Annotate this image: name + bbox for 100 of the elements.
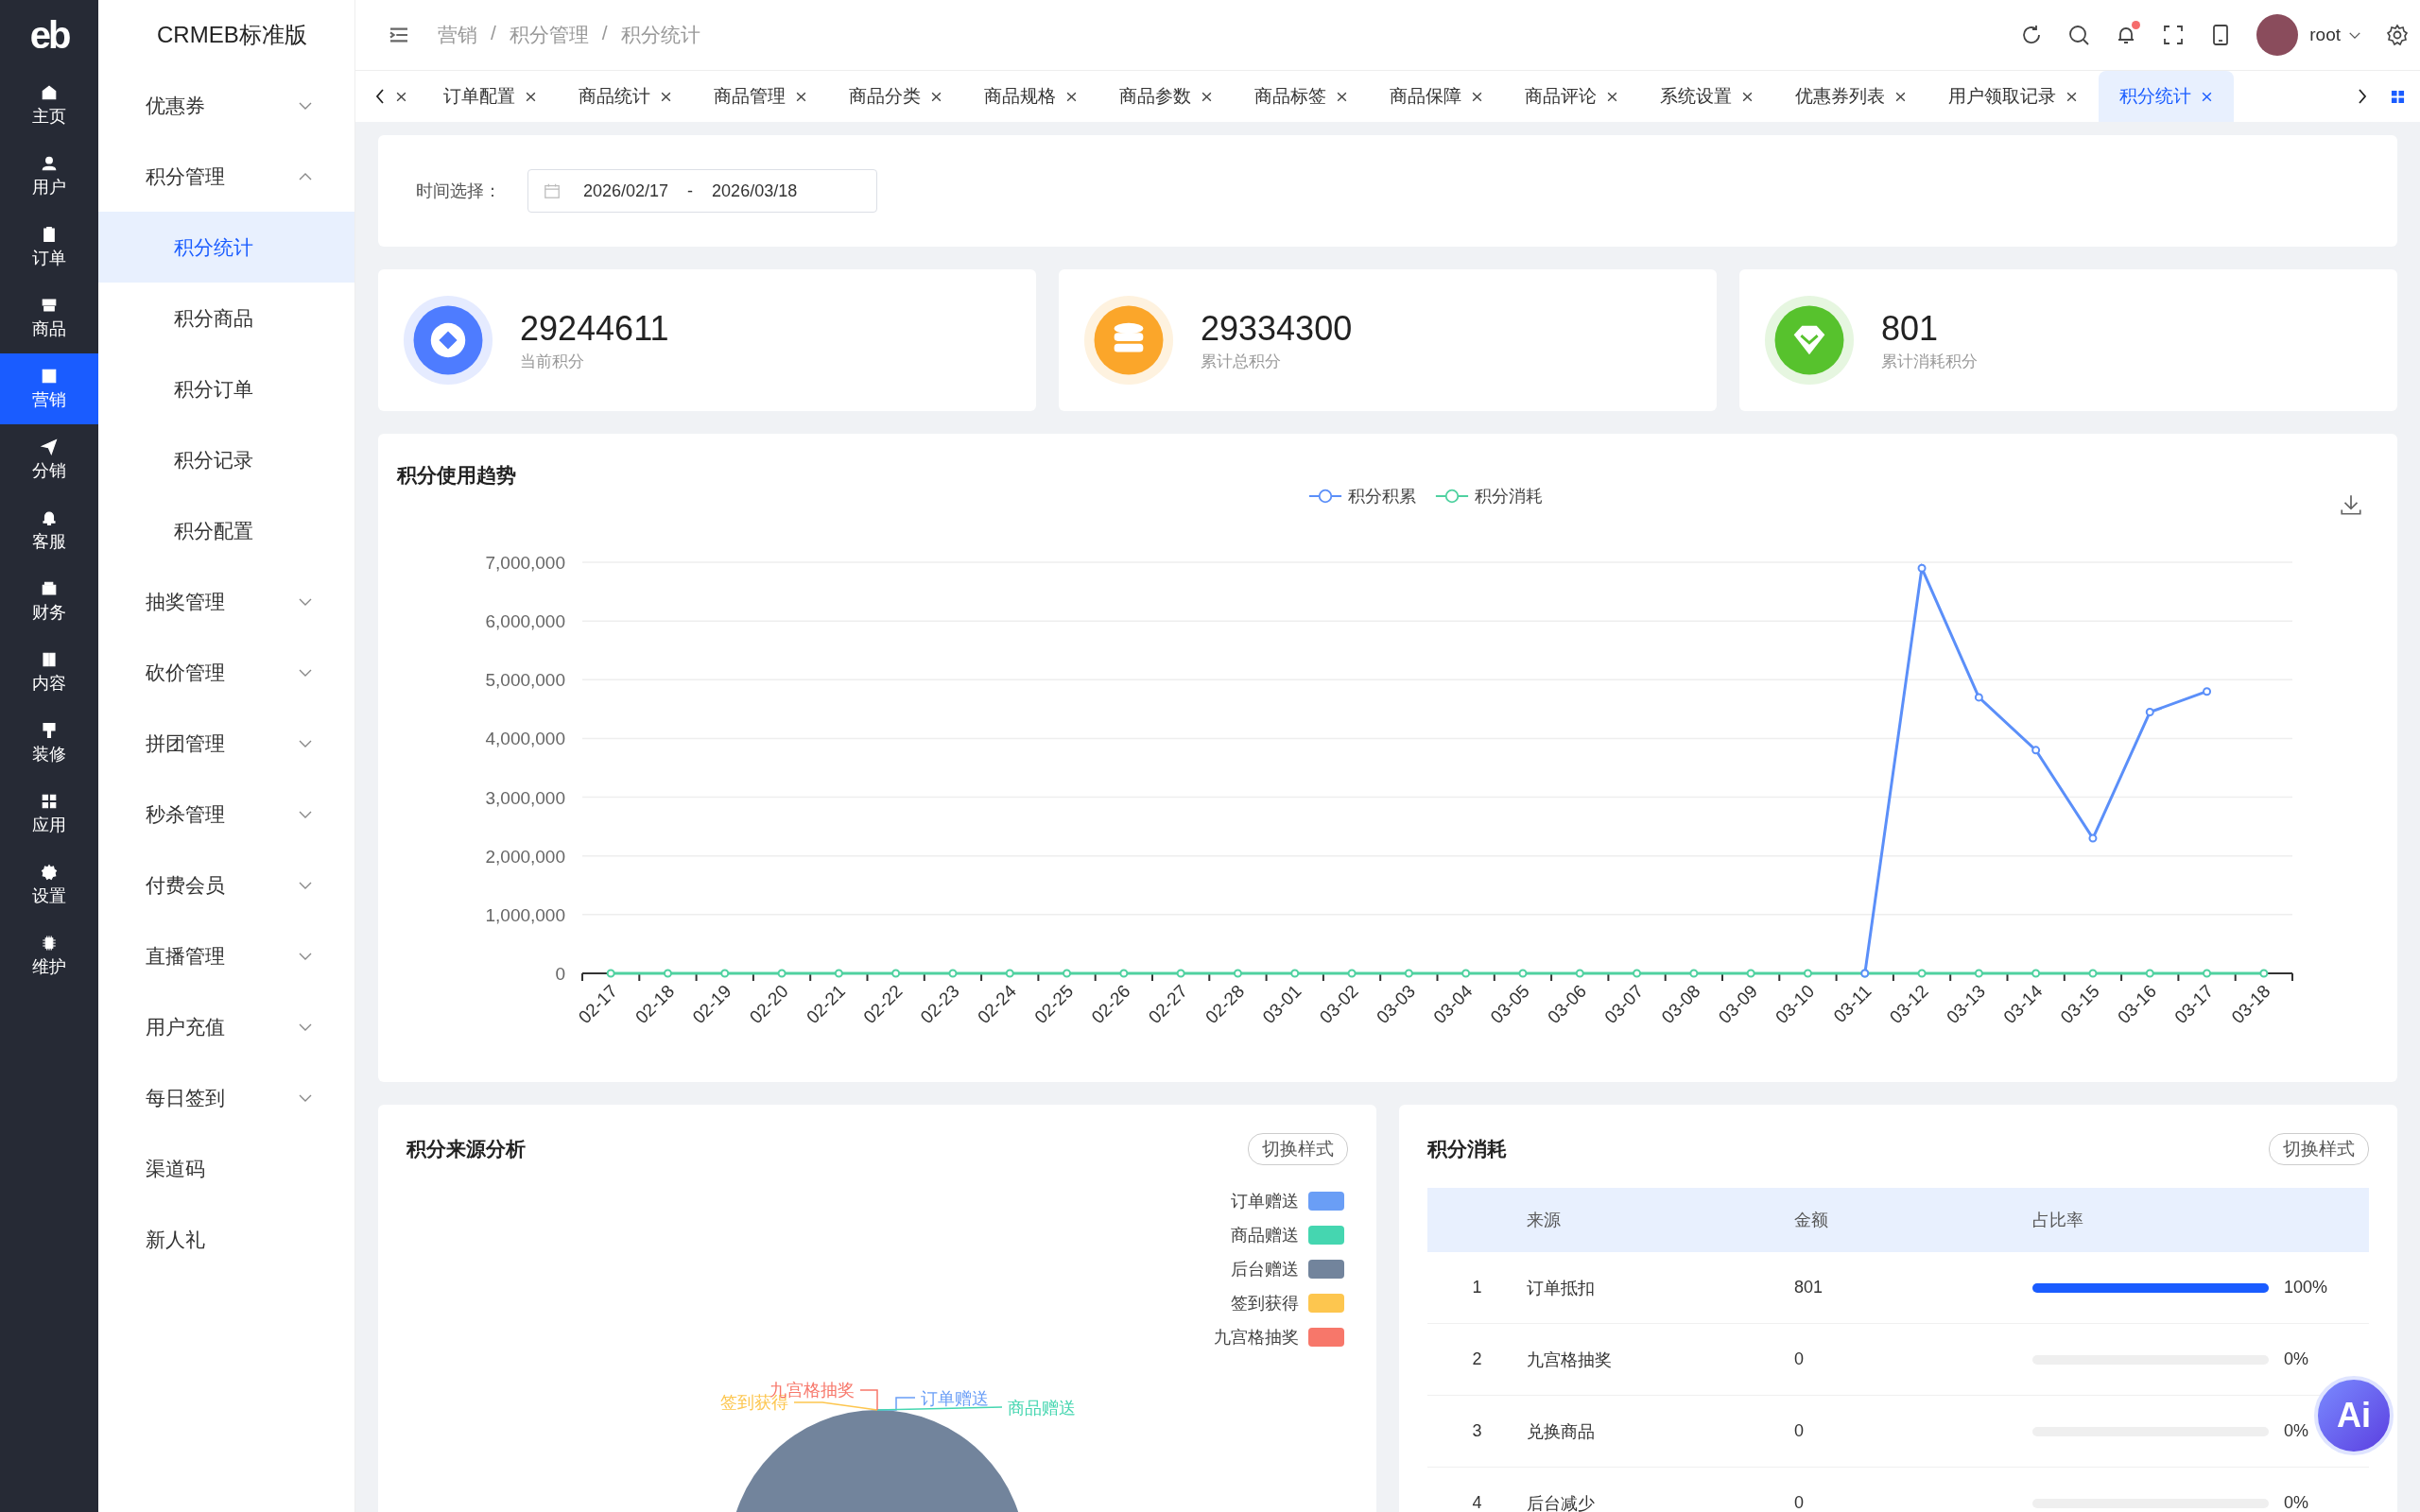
- filter-label: 时间选择：: [416, 180, 501, 202]
- data-point: [1063, 969, 1072, 978]
- book-icon: [41, 650, 58, 668]
- table-cell-text: 1: [1471, 1278, 1483, 1297]
- tab[interactable]: 商品规格: [963, 71, 1098, 122]
- legend-item[interactable]: 积分消耗: [1435, 485, 1543, 507]
- chevron-right-icon[interactable]: [2357, 87, 2368, 106]
- tab[interactable]: 系统设置: [1639, 71, 1774, 122]
- fullscreen-icon[interactable]: [2162, 24, 2186, 46]
- tab[interactable]: 用户领取记录: [1927, 71, 2099, 122]
- rail-item[interactable]: 主页: [0, 70, 98, 141]
- rail-item[interactable]: 分销: [0, 424, 98, 495]
- rail-item[interactable]: 客服: [0, 495, 98, 566]
- menu-item[interactable]: 每日签到: [98, 1062, 354, 1133]
- submenu-item[interactable]: 积分订单: [98, 353, 354, 424]
- chevron-icon: [298, 880, 313, 890]
- menu-item[interactable]: 优惠券: [98, 70, 354, 141]
- rail-item[interactable]: 商品: [0, 283, 98, 353]
- close-icon[interactable]: [2066, 90, 2078, 103]
- stat-label: 当前积分: [520, 351, 585, 372]
- download-icon[interactable]: [2339, 492, 2363, 517]
- submenu-item[interactable]: 积分统计: [98, 212, 354, 283]
- tab[interactable]: 商品参数: [1098, 71, 1234, 122]
- close-icon[interactable]: [1336, 90, 1348, 103]
- legend-item[interactable]: 九宫格抽奖: [1214, 1326, 1344, 1349]
- data-point: [1917, 563, 1927, 573]
- tab[interactable]: 商品管理: [693, 71, 828, 122]
- close-icon[interactable]: [660, 90, 672, 103]
- submenu-item[interactable]: 积分配置: [98, 495, 354, 566]
- wallet-icon: [41, 579, 58, 597]
- date-range-field[interactable]: 2026/02/17 - 2026/03/18: [527, 169, 877, 213]
- legend-item[interactable]: 订单赠送: [1214, 1190, 1344, 1212]
- tab[interactable]: 商品分类: [828, 71, 963, 122]
- close-icon[interactable]: [2201, 90, 2213, 103]
- menu-item[interactable]: 付费会员: [98, 850, 354, 920]
- menu-item[interactable]: 砍价管理: [98, 637, 354, 708]
- paper-plane-icon: [41, 438, 58, 455]
- y-axis-label: 2,000,000: [485, 846, 565, 867]
- menu-item[interactable]: 直播管理: [98, 920, 354, 991]
- close-icon[interactable]: [1606, 90, 1618, 103]
- tab[interactable]: 商品评论: [1504, 71, 1639, 122]
- stat-label: 累计总积分: [1201, 351, 1282, 372]
- grid-icon[interactable]: [2391, 89, 2405, 104]
- rail-item[interactable]: 应用: [0, 779, 98, 850]
- submenu-item[interactable]: 积分商品: [98, 283, 354, 353]
- close-icon[interactable]: [795, 90, 807, 103]
- rail-item[interactable]: 设置: [0, 850, 98, 920]
- tab[interactable]: 商品保障: [1369, 71, 1504, 122]
- close-icon[interactable]: [525, 90, 537, 103]
- tab[interactable]: 积分统计: [2099, 71, 2234, 122]
- close-icon[interactable]: [1741, 90, 1754, 103]
- menu-item[interactable]: 积分管理: [98, 141, 354, 212]
- legend-label: 积分积累: [1348, 486, 1416, 507]
- tab[interactable]: 商品标签: [1234, 71, 1369, 122]
- menu-icon[interactable]: [389, 26, 409, 43]
- close-icon[interactable]: [1894, 90, 1907, 103]
- legend-item[interactable]: 后台赠送: [1214, 1258, 1344, 1280]
- caret-icon[interactable]: [2348, 30, 2361, 40]
- table-cell-text: 九宫格抽奖: [1527, 1349, 1613, 1371]
- data-point: [891, 969, 901, 978]
- data-point: [2203, 687, 2212, 696]
- menu-item[interactable]: 秒杀管理: [98, 779, 354, 850]
- rail-item[interactable]: 营销: [0, 353, 98, 424]
- menu-item[interactable]: 拼团管理: [98, 708, 354, 779]
- avatar[interactable]: [2256, 14, 2299, 56]
- legend-item[interactable]: 商品赠送: [1214, 1224, 1344, 1246]
- chevron-left-icon[interactable]: [374, 87, 386, 106]
- settings-icon[interactable]: [2386, 24, 2409, 46]
- user-name[interactable]: root: [2309, 25, 2341, 45]
- close-icon[interactable]: [1201, 90, 1213, 103]
- menu-item[interactable]: 新人礼: [98, 1204, 354, 1275]
- switch-style-button[interactable]: 切换样式: [2269, 1133, 2369, 1165]
- close-icon[interactable]: [1471, 90, 1483, 103]
- submenu-item[interactable]: 积分记录: [98, 424, 354, 495]
- close-icon[interactable]: [930, 90, 942, 103]
- data-point: [2203, 969, 2212, 978]
- rail-item[interactable]: 维护: [0, 920, 98, 991]
- chevron-icon: [298, 171, 313, 181]
- rail-item[interactable]: 装修: [0, 708, 98, 779]
- stat-value: 29334300: [1201, 308, 1353, 349]
- rail-item[interactable]: 用户: [0, 141, 98, 212]
- data-point: [1633, 969, 1642, 978]
- menu-item[interactable]: 用户充值: [98, 991, 354, 1062]
- tab[interactable]: 优惠券列表: [1774, 71, 1927, 122]
- close-icon[interactable]: [1065, 90, 1078, 103]
- menu-item[interactable]: 抽奖管理: [98, 566, 354, 637]
- rail-item[interactable]: 订单: [0, 212, 98, 283]
- close-icon[interactable]: [395, 90, 407, 103]
- switch-style-button[interactable]: 切换样式: [1248, 1133, 1348, 1165]
- rail-item[interactable]: 财务: [0, 566, 98, 637]
- legend-item[interactable]: 签到获得: [1214, 1292, 1344, 1314]
- search-icon[interactable]: [2067, 24, 2091, 46]
- menu-item[interactable]: 渠道码: [98, 1133, 354, 1204]
- tab[interactable]: 商品统计: [558, 71, 693, 122]
- legend-item[interactable]: 积分积累: [1308, 485, 1416, 507]
- rail-item[interactable]: 内容: [0, 637, 98, 708]
- percent-text: 0%: [2284, 1349, 2308, 1369]
- column-header: 金额: [1794, 1210, 1829, 1231]
- calendar-icon: [544, 182, 561, 199]
- tab[interactable]: 订单配置: [423, 71, 558, 122]
